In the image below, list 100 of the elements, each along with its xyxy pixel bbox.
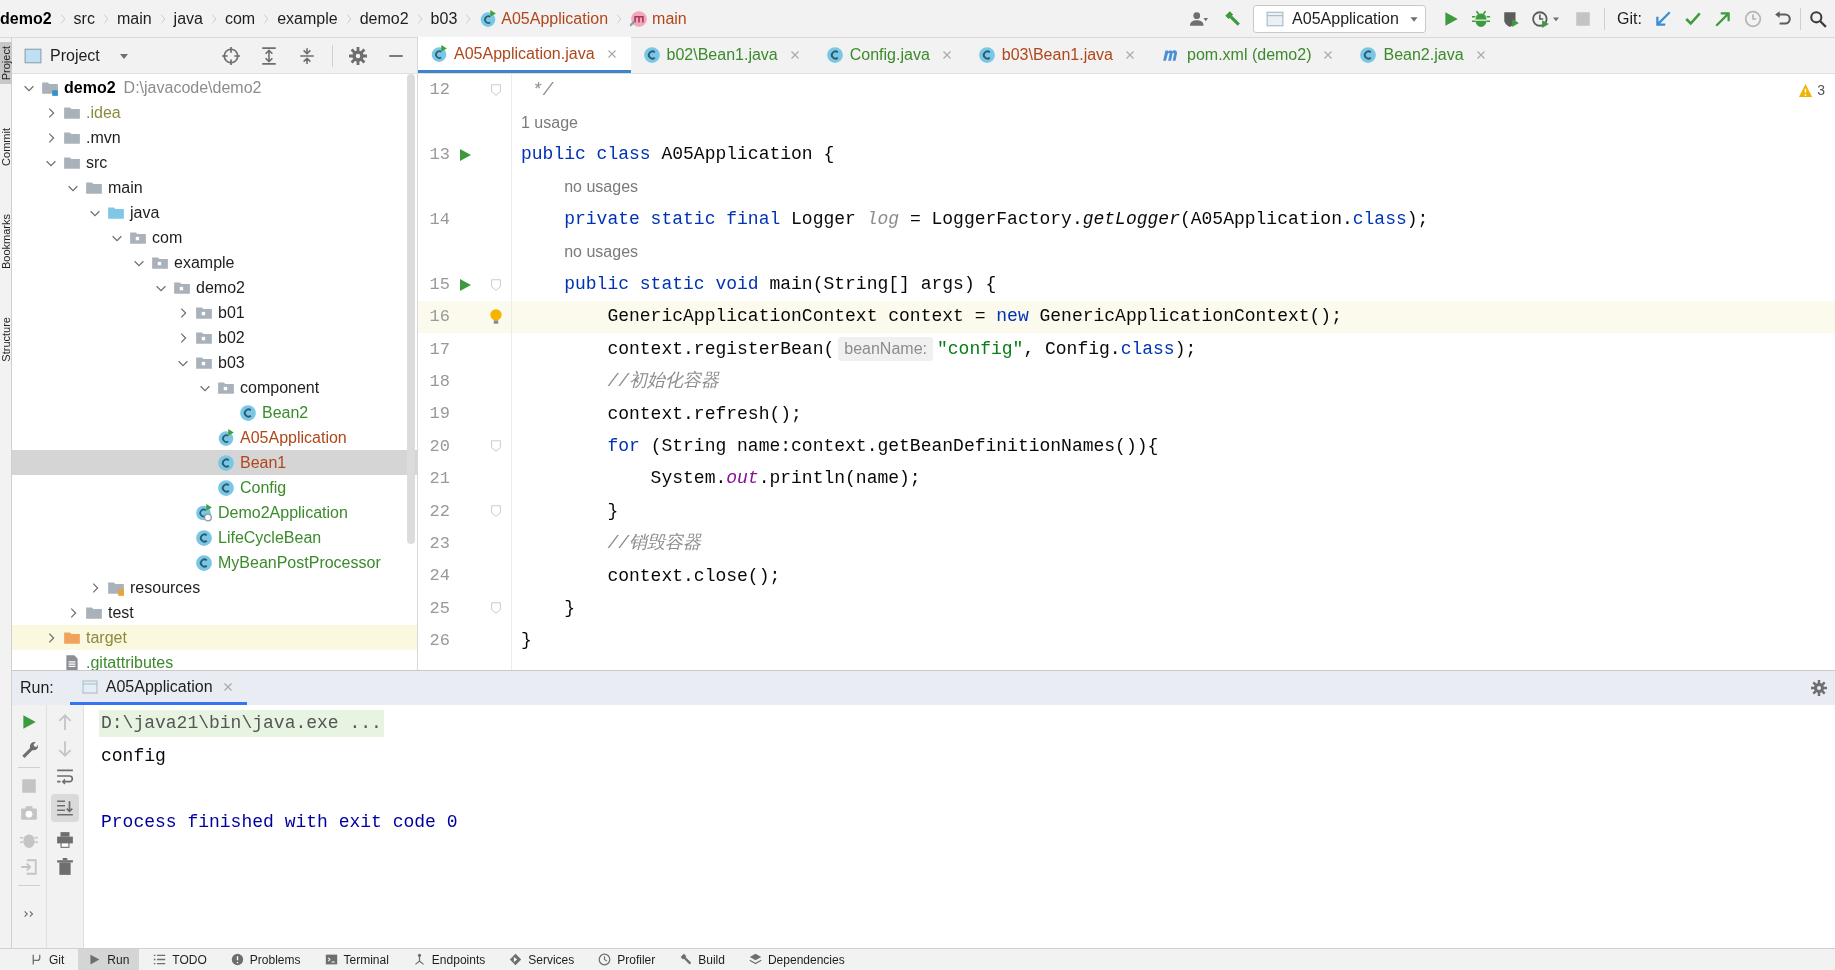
tree-item[interactable]: A05Application — [12, 425, 417, 450]
settings-icon[interactable] — [1811, 680, 1827, 696]
editor-tab[interactable]: b03\Bean1.java — [965, 37, 1149, 73]
tree-item-label: component — [240, 377, 320, 398]
breadcrumb[interactable]: demo2 — [0, 6, 52, 31]
soft-wrap-icon[interactable] — [56, 767, 74, 785]
tool-window-tab[interactable]: Run — [78, 948, 140, 970]
editor-tab[interactable]: pom.xml (demo2) — [1149, 37, 1348, 73]
endpoints-icon — [412, 953, 426, 966]
tree-item-label: Demo2Application — [218, 502, 348, 523]
tree-item[interactable]: Demo2Application — [12, 500, 417, 525]
tool-window-tab[interactable]: Services — [499, 948, 585, 970]
tree-item[interactable]: b02 — [12, 325, 417, 350]
tree-item[interactable]: .mvn — [12, 125, 417, 150]
tree-item[interactable]: b03 — [12, 350, 417, 375]
tool-window-tab[interactable]: Git — [20, 948, 75, 970]
tool-window-button[interactable]: Project — [0, 42, 12, 85]
editor-tab[interactable]: b02\Bean1.java — [630, 37, 814, 73]
print-icon[interactable] — [56, 831, 74, 849]
run-icon[interactable] — [20, 713, 38, 731]
arrow-up-right-icon[interactable] — [1714, 9, 1732, 28]
tree-item[interactable]: demo2 — [12, 275, 417, 300]
locate-icon[interactable] — [222, 46, 240, 65]
console-tab[interactable]: A05Application — [69, 671, 247, 705]
editor-tab[interactable]: Bean2.java — [1347, 37, 1500, 73]
tool-window-tab[interactable]: Terminal — [314, 948, 399, 970]
boot-class-icon — [195, 503, 213, 522]
tree-item[interactable]: Bean1 — [12, 450, 417, 475]
line-number: 17 — [428, 338, 450, 361]
breadcrumb[interactable]: src — [73, 6, 95, 31]
tree-item-label: src — [86, 152, 108, 173]
panel-title[interactable]: Project — [50, 43, 100, 68]
tree-item[interactable]: b01 — [12, 300, 417, 325]
search-icon[interactable] — [1809, 9, 1827, 28]
warning-count[interactable]: 3 — [1817, 80, 1825, 101]
line-number: 26 — [428, 630, 450, 653]
arrow-down-left-icon[interactable] — [1654, 9, 1672, 28]
usage-hint[interactable]: no usages — [564, 175, 639, 200]
settings-icon[interactable] — [349, 46, 367, 65]
undo-icon[interactable] — [1774, 9, 1792, 28]
run-icon[interactable] — [457, 276, 473, 293]
scrollbar[interactable] — [407, 74, 415, 544]
breadcrumb[interactable]: demo2 — [359, 6, 409, 31]
tree-item[interactable]: .gitattributes — [12, 650, 417, 670]
class-icon — [825, 46, 844, 64]
shield-run-icon[interactable] — [1502, 9, 1521, 28]
run-icon[interactable] — [457, 146, 473, 163]
tool-window-tab[interactable]: Build — [669, 948, 735, 970]
tree-item-label: .idea — [86, 102, 121, 123]
tool-window-tab[interactable]: TODO — [143, 948, 217, 970]
breadcrumb[interactable]: main — [116, 6, 152, 31]
tree-item[interactable]: java — [12, 200, 417, 225]
scroll-to-end-button[interactable] — [51, 794, 79, 822]
tree-item[interactable]: Bean2 — [12, 400, 417, 425]
tool-window-tab[interactable]: Endpoints — [402, 948, 496, 970]
usage-hint[interactable]: no usages — [564, 240, 639, 265]
warning-icon[interactable] — [1798, 83, 1814, 98]
tool-window-button[interactable]: Commit — [0, 124, 12, 171]
tool-window-tab[interactable]: Problems — [220, 948, 311, 970]
code-line: context.close(); — [606, 564, 781, 588]
breadcrumb[interactable]: b03 — [430, 6, 458, 31]
tree-item-label: b01 — [218, 302, 245, 323]
usage-hint[interactable]: 1 usage — [521, 110, 578, 135]
tool-window-button[interactable]: Bookmarks — [0, 210, 12, 274]
runnable-class-icon — [217, 428, 235, 447]
tree-item[interactable]: LifeCycleBean — [12, 525, 417, 550]
breadcrumb[interactable]: java — [173, 6, 203, 31]
tree-item[interactable]: Config — [12, 475, 417, 500]
clock-run-icon[interactable] — [1532, 9, 1551, 28]
editor-tab[interactable]: Config.java — [813, 37, 966, 73]
tree-item[interactable]: test — [12, 600, 417, 625]
tool-window-tab[interactable]: Profiler — [588, 948, 666, 970]
run-icon — [88, 953, 102, 966]
tree-item[interactable]: src — [12, 150, 417, 175]
wrench-icon[interactable] — [20, 740, 38, 758]
tree-item-label: .mvn — [86, 127, 121, 148]
expand-all-icon[interactable] — [260, 46, 278, 65]
tool-window-button[interactable]: Structure — [0, 313, 12, 366]
tree-item[interactable]: resources — [12, 575, 417, 600]
tree-item[interactable]: .idea — [12, 100, 417, 125]
run-configuration-dropdown[interactable]: A05Application — [1253, 4, 1427, 33]
trash-icon[interactable] — [56, 858, 74, 876]
tree-item-label: com — [152, 227, 183, 248]
git-label: Git: — [1617, 8, 1642, 29]
hammer-icon[interactable] — [1223, 9, 1242, 28]
code-line: } — [606, 499, 619, 523]
tree-item[interactable]: main — [12, 175, 417, 200]
collapse-all-icon[interactable] — [298, 46, 316, 65]
tree-item[interactable]: MyBeanPostProcessor — [12, 550, 417, 575]
editor-tab[interactable]: A05Application.java — [418, 37, 631, 73]
tree-item[interactable]: com — [12, 225, 417, 250]
breadcrumb[interactable]: example — [277, 6, 338, 31]
tree-item[interactable]: component — [12, 375, 417, 400]
breadcrumb[interactable]: main — [630, 6, 687, 31]
breadcrumb[interactable]: com — [224, 6, 256, 31]
breadcrumb[interactable]: A05Application — [479, 6, 609, 31]
tree-item[interactable]: example — [12, 250, 417, 275]
tool-window-tab[interactable]: Dependencies — [738, 948, 855, 970]
bug-icon[interactable] — [1472, 9, 1491, 28]
tree-item[interactable]: demo2 D:\javacode\demo2 — [12, 75, 417, 100]
